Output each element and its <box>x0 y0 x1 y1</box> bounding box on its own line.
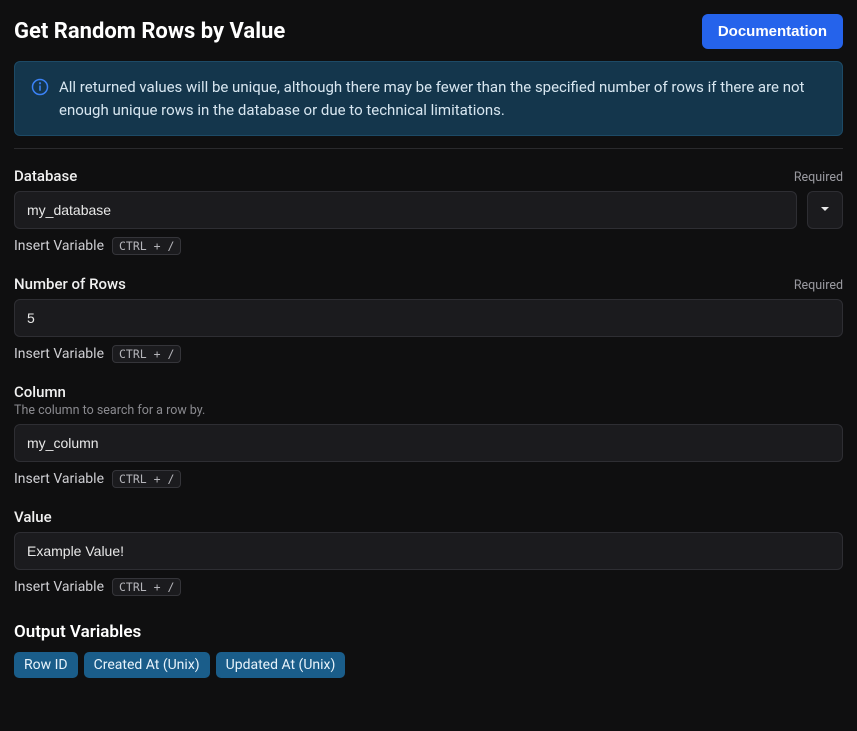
output-variables-title: Output Variables <box>14 622 843 642</box>
rows-label: Number of Rows <box>14 275 126 293</box>
header: Get Random Rows by Value Documentation <box>14 14 843 49</box>
insert-variable-label: Insert Variable <box>14 346 104 362</box>
insert-variable-hint[interactable]: Insert Variable CTRL + / <box>14 345 843 363</box>
value-input[interactable] <box>14 532 843 570</box>
info-icon <box>31 78 49 96</box>
shortcut-badge: CTRL + / <box>112 237 181 255</box>
insert-variable-hint[interactable]: Insert Variable CTRL + / <box>14 578 843 596</box>
database-dropdown-button[interactable] <box>807 191 843 229</box>
insert-variable-label: Insert Variable <box>14 238 104 254</box>
caret-down-icon <box>820 202 830 218</box>
required-badge: Required <box>794 170 843 185</box>
field-rows: Number of Rows Required Insert Variable … <box>14 275 843 363</box>
column-label: Column <box>14 383 205 401</box>
database-input[interactable] <box>14 191 797 229</box>
divider <box>14 148 843 149</box>
info-banner-text: All returned values will be unique, alth… <box>59 76 826 121</box>
insert-variable-label: Insert Variable <box>14 471 104 487</box>
database-label: Database <box>14 167 77 185</box>
field-column: Column The column to search for a row by… <box>14 383 843 488</box>
field-database: Database Required Insert Variable CTRL +… <box>14 167 843 255</box>
output-pill-row: Row ID Created At (Unix) Updated At (Uni… <box>14 652 843 678</box>
output-pill-updated-at[interactable]: Updated At (Unix) <box>216 652 346 678</box>
page-title: Get Random Rows by Value <box>14 19 285 44</box>
shortcut-badge: CTRL + / <box>112 345 181 363</box>
output-variables-section: Output Variables Row ID Created At (Unix… <box>14 622 843 678</box>
column-input[interactable] <box>14 424 843 462</box>
shortcut-badge: CTRL + / <box>112 470 181 488</box>
rows-input[interactable] <box>14 299 843 337</box>
required-badge: Required <box>794 278 843 293</box>
output-pill-row-id[interactable]: Row ID <box>14 652 78 678</box>
documentation-button[interactable]: Documentation <box>702 14 843 49</box>
insert-variable-hint[interactable]: Insert Variable CTRL + / <box>14 237 843 255</box>
insert-variable-hint[interactable]: Insert Variable CTRL + / <box>14 470 843 488</box>
output-pill-created-at[interactable]: Created At (Unix) <box>84 652 210 678</box>
column-description: The column to search for a row by. <box>14 403 205 418</box>
insert-variable-label: Insert Variable <box>14 579 104 595</box>
info-banner: All returned values will be unique, alth… <box>14 61 843 136</box>
field-value: Value Insert Variable CTRL + / <box>14 508 843 596</box>
shortcut-badge: CTRL + / <box>112 578 181 596</box>
value-label: Value <box>14 508 52 526</box>
